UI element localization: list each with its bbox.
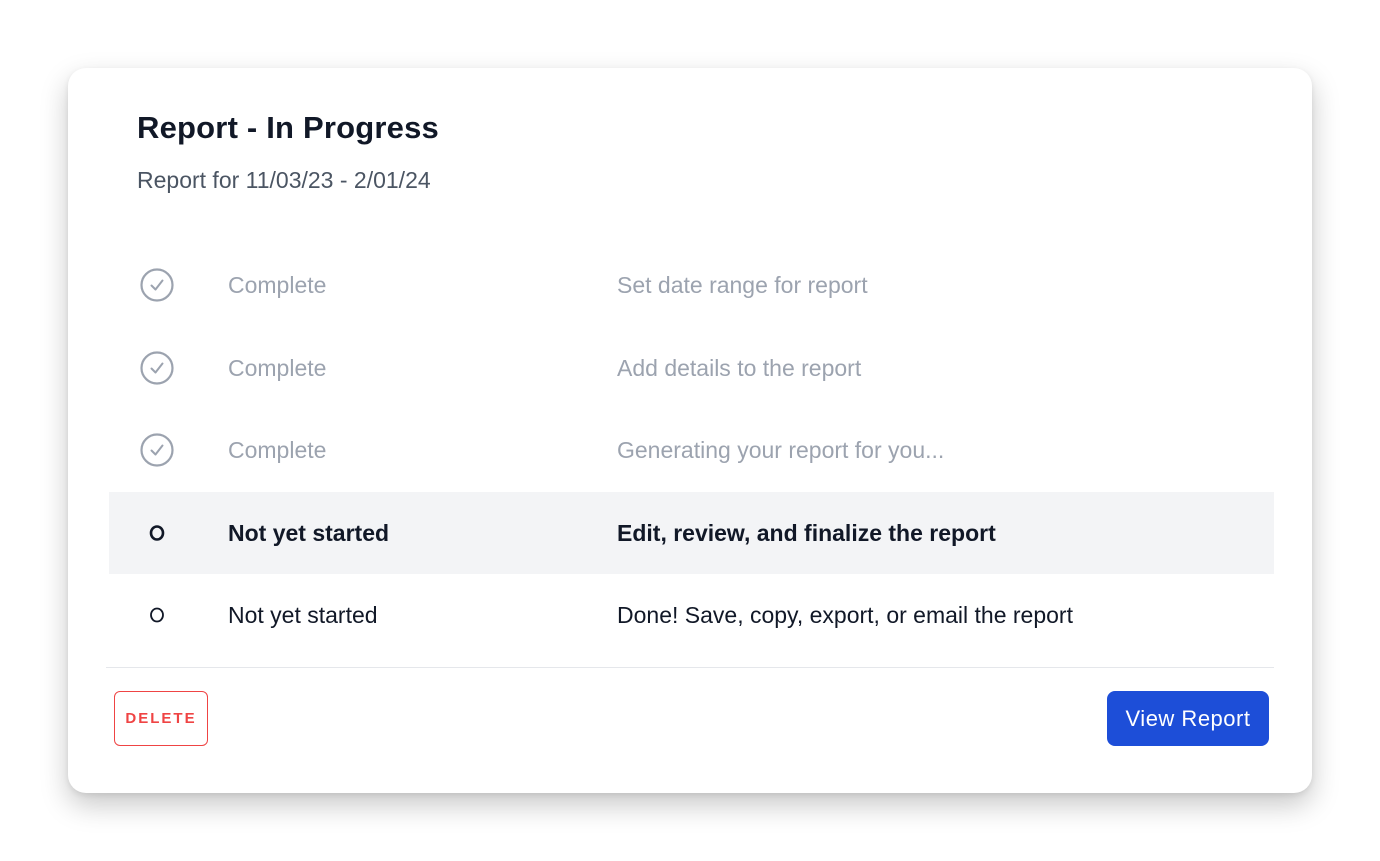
footer-divider <box>106 667 1274 668</box>
step-description: Generating your report for you... <box>617 437 945 463</box>
check-circle-icon <box>139 432 175 468</box>
step-status: Complete <box>228 437 327 463</box>
step-status: Not yet started <box>228 519 390 546</box>
check-circle-icon <box>139 267 175 303</box>
view-report-button[interactable]: View Report <box>1107 691 1269 746</box>
circle-icon <box>139 597 175 633</box>
step-row: Complete Generating your report for you.… <box>109 409 1274 492</box>
card-title: Report - In Progress <box>137 110 439 145</box>
report-card: Report - In Progress Report for 11/03/23… <box>68 68 1312 793</box>
step-description: Add details to the report <box>617 354 862 381</box>
step-list: Complete Set date range for report Compl… <box>109 244 1274 657</box>
circle-icon <box>139 515 175 551</box>
step-row: Complete Set date range for report <box>109 244 1274 327</box>
step-description: Done! Save, copy, export, or email the r… <box>617 602 1073 628</box>
delete-button[interactable]: DELETE <box>114 691 208 746</box>
check-circle-icon <box>139 350 175 386</box>
step-row-current: Not yet started Edit, review, and finali… <box>109 491 1274 574</box>
step-status: Not yet started <box>228 602 378 628</box>
step-row: Complete Add details to the report <box>109 327 1274 410</box>
step-description: Edit, review, and finalize the report <box>617 519 996 546</box>
step-status: Complete <box>228 354 327 381</box>
card-subtitle: Report for 11/03/23 - 2/01/24 <box>137 167 431 193</box>
step-row: Not yet started Done! Save, copy, export… <box>109 574 1274 657</box>
step-description: Set date range for report <box>617 272 868 298</box>
step-status: Complete <box>228 272 327 298</box>
